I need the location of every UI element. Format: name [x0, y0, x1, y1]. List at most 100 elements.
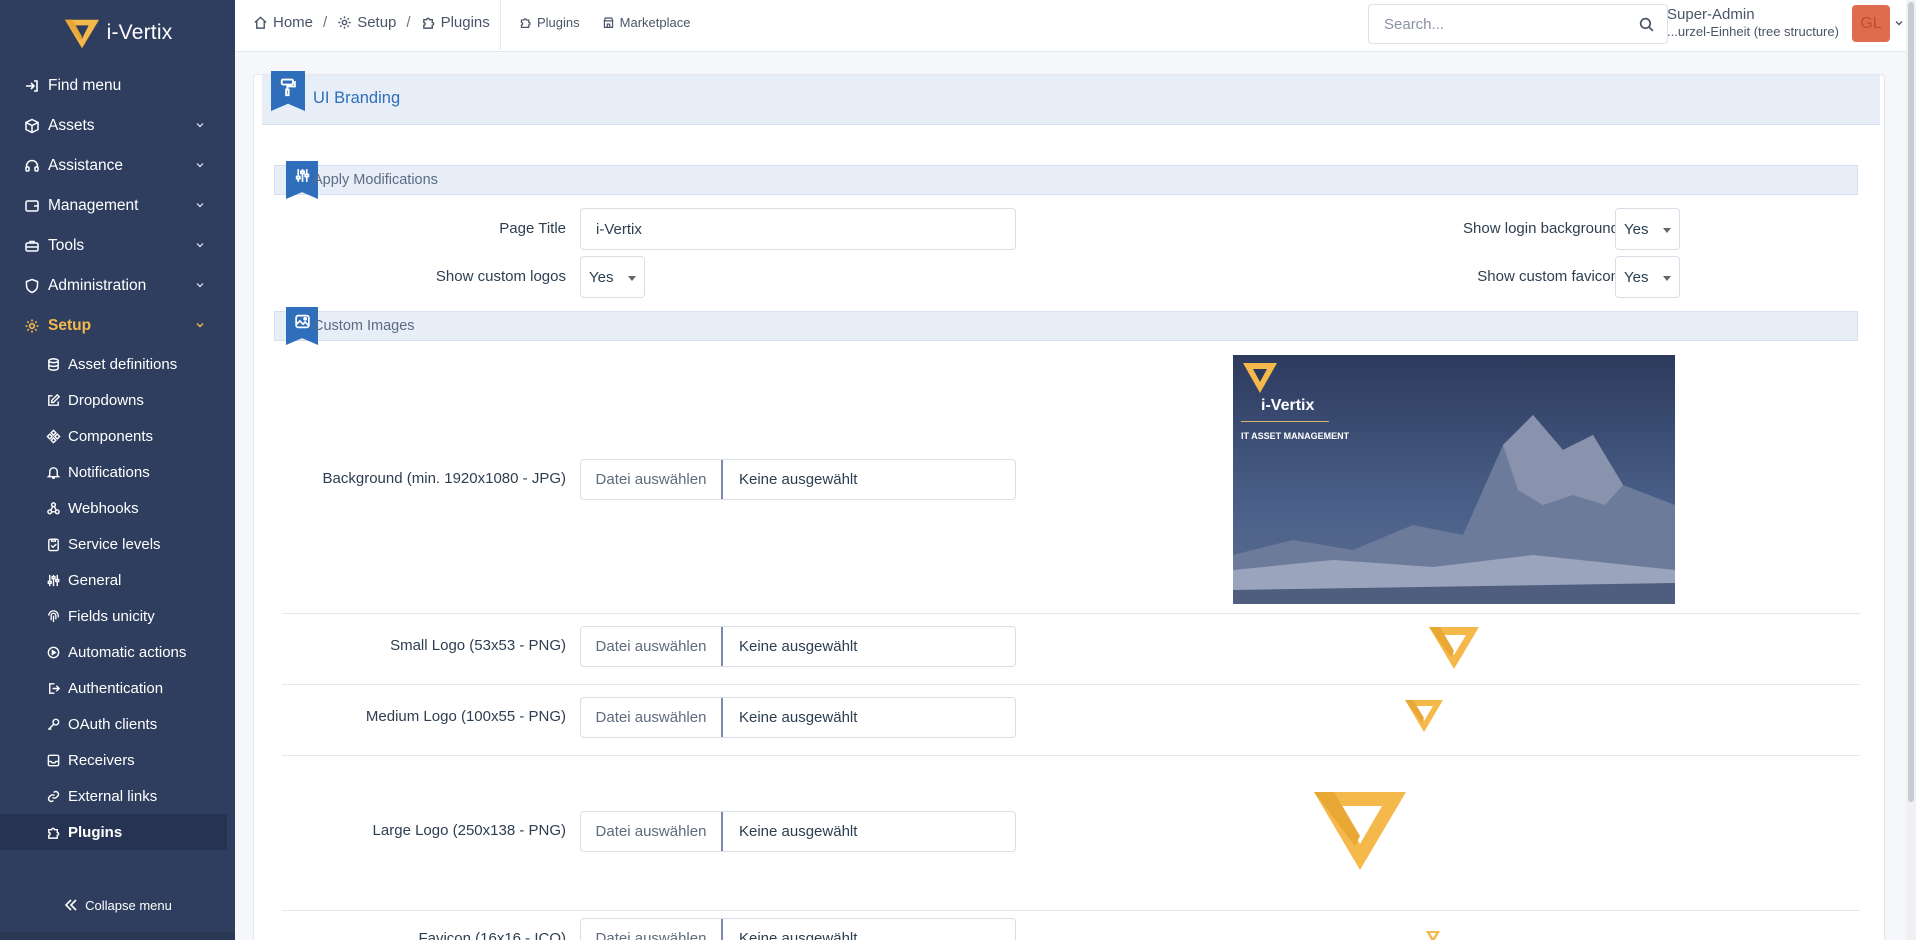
- main-nav: Find menu Assets Assistance Management T…: [0, 66, 235, 346]
- sidebar-item-oauth-clients[interactable]: OAuth clients: [0, 706, 235, 742]
- gear-icon: [22, 316, 42, 336]
- avatar[interactable]: GL: [1852, 5, 1890, 42]
- breadcrumb: Home / Setup / Plugins: [253, 0, 490, 45]
- sidebar-scrollbar[interactable]: [0, 932, 235, 940]
- sidebar-item-external-links[interactable]: External links: [0, 778, 235, 814]
- large-logo-preview: [1314, 792, 1406, 870]
- login-icon: [44, 679, 62, 697]
- breadcrumb-plugins-label: Plugins: [440, 14, 490, 31]
- topbar-divider: [500, 0, 501, 50]
- file-name: Keine ausgewählt: [739, 638, 858, 655]
- preview-divider: [1241, 421, 1329, 422]
- select-value: Yes: [1624, 268, 1649, 286]
- user-menu[interactable]: Super-Admin ...urzel-Einheit (tree struc…: [1667, 6, 1839, 39]
- page-title-input[interactable]: i-Vertix: [580, 208, 1016, 250]
- preview-brand-text: i-Vertix: [1261, 397, 1315, 414]
- shortcut-marketplace-label: Marketplace: [619, 15, 691, 30]
- search-input[interactable]: [1369, 5, 1609, 43]
- show-custom-favicon-select[interactable]: Yes: [1615, 256, 1680, 298]
- select-value: Yes: [589, 268, 614, 286]
- breadcrumb-setup-label: Setup: [357, 14, 397, 31]
- find-menu-label: Find menu: [48, 77, 122, 94]
- global-search: [1368, 4, 1668, 44]
- headset-icon: [22, 156, 42, 176]
- breadcrumb-separator: /: [323, 14, 328, 31]
- show-custom-logos-label: Show custom logos: [435, 268, 566, 285]
- sidebar-item-notifications[interactable]: Notifications: [0, 454, 235, 490]
- nav-item-management[interactable]: Management: [0, 186, 235, 226]
- nav-item-assets[interactable]: Assets: [0, 106, 235, 146]
- shortcut-links: Plugins Marketplace: [519, 0, 690, 45]
- settings-automation-icon: [44, 643, 62, 661]
- small-logo-file-input[interactable]: Datei auswählen Keine ausgewählt: [580, 626, 1016, 667]
- row-divider: [282, 613, 1860, 614]
- double-chevron-left-icon: [65, 899, 77, 911]
- shortcut-plugins-label: Plugins: [537, 15, 580, 30]
- nav-item-setup[interactable]: Setup: [0, 306, 235, 346]
- background-file-input[interactable]: Datei auswählen Keine ausgewählt: [580, 459, 1016, 500]
- medium-logo-label: Medium Logo (100x55 - PNG): [365, 708, 566, 725]
- page-title: UI Branding: [313, 89, 401, 107]
- background-preview-image: i-Vertix IT ASSET MANAGEMENT: [1233, 355, 1675, 604]
- file-name: Keine ausgewählt: [739, 823, 858, 840]
- sidebar-item-authentication[interactable]: Authentication: [0, 670, 235, 706]
- find-menu[interactable]: Find menu: [0, 66, 235, 106]
- brand-name: i-Vertix: [106, 21, 173, 44]
- shortcut-marketplace[interactable]: Marketplace: [602, 15, 691, 30]
- breadcrumb-plugins[interactable]: Plugins: [421, 14, 490, 31]
- sidebar-item-label: Webhooks: [68, 499, 139, 517]
- bell-icon: [44, 463, 62, 481]
- caret-down-icon: [628, 276, 636, 281]
- small-logo-preview: [1429, 627, 1479, 669]
- nav-label-assets: Assets: [48, 117, 95, 134]
- search-icon[interactable]: [1638, 16, 1655, 33]
- sidebar-item-label: Dropdowns: [68, 391, 144, 409]
- sidebar-item-label: Service levels: [68, 535, 161, 553]
- user-name: Super-Admin: [1667, 6, 1755, 23]
- nav-item-assistance[interactable]: Assistance: [0, 146, 235, 186]
- medium-logo-file-input[interactable]: Datei auswählen Keine ausgewählt: [580, 697, 1016, 738]
- nav-label-assistance: Assistance: [48, 157, 123, 174]
- nav-item-tools[interactable]: Tools: [0, 226, 235, 266]
- shortcut-plugins[interactable]: Plugins: [519, 15, 580, 30]
- favicon-file-input[interactable]: Datei auswählen Keine ausgewählt: [580, 918, 1016, 940]
- large-logo-file-input[interactable]: Datei auswählen Keine ausgewählt: [580, 811, 1016, 852]
- cube-icon: [22, 116, 42, 136]
- page-scrollbar[interactable]: [1906, 0, 1916, 940]
- row-divider: [282, 755, 1860, 756]
- breadcrumb-home[interactable]: Home: [253, 14, 313, 31]
- sidebar-item-label: External links: [68, 787, 158, 805]
- chevron-down-icon: [196, 163, 204, 168]
- choose-file-button[interactable]: Datei auswählen: [581, 812, 723, 851]
- sidebar-item-service-levels[interactable]: Service levels: [0, 526, 235, 562]
- breadcrumb-setup[interactable]: Setup: [337, 14, 396, 31]
- nav-item-administration[interactable]: Administration: [0, 266, 235, 306]
- sidebar-item-dropdowns[interactable]: Dropdowns: [0, 382, 235, 418]
- scrollbar-thumb[interactable]: [1908, 2, 1914, 802]
- sidebar-item-receivers[interactable]: Receivers: [0, 742, 235, 778]
- sidebar-item-label: Plugins: [68, 823, 123, 841]
- chevron-down-icon: [196, 283, 204, 288]
- sidebar-item-label: Asset definitions: [68, 355, 178, 373]
- brand-logo[interactable]: i-Vertix: [0, 0, 235, 66]
- chevron-down-icon[interactable]: [1894, 18, 1904, 28]
- sidebar-item-automatic-actions[interactable]: Automatic actions: [0, 634, 235, 670]
- main-content: UI Branding Apply Modifications Page Tit…: [235, 52, 1906, 940]
- show-login-background-select[interactable]: Yes: [1615, 208, 1680, 250]
- choose-file-button[interactable]: Datei auswählen: [581, 627, 723, 666]
- sidebar-item-components[interactable]: Components: [0, 418, 235, 454]
- sidebar-item-general[interactable]: General: [0, 562, 235, 598]
- sidebar-item-plugins[interactable]: Plugins: [0, 814, 227, 850]
- show-custom-favicon-label: Show custom favicon: [1477, 268, 1619, 285]
- choose-file-button[interactable]: Datei auswählen: [581, 698, 723, 737]
- sidebar-item-webhooks[interactable]: Webhooks: [0, 490, 235, 526]
- sidebar-item-asset-definitions[interactable]: Asset definitions: [0, 346, 235, 382]
- choose-file-button[interactable]: Datei auswählen: [581, 919, 723, 940]
- sidebar-item-fields-unicity[interactable]: Fields unicity: [0, 598, 235, 634]
- show-custom-logos-select[interactable]: Yes: [580, 256, 645, 298]
- collapse-menu-button[interactable]: Collapse menu: [0, 890, 235, 920]
- section-title: Apply Modifications: [313, 172, 438, 188]
- caret-down-icon: [1663, 276, 1671, 281]
- sidebar-item-label: Automatic actions: [68, 643, 187, 661]
- choose-file-button[interactable]: Datei auswählen: [581, 460, 723, 499]
